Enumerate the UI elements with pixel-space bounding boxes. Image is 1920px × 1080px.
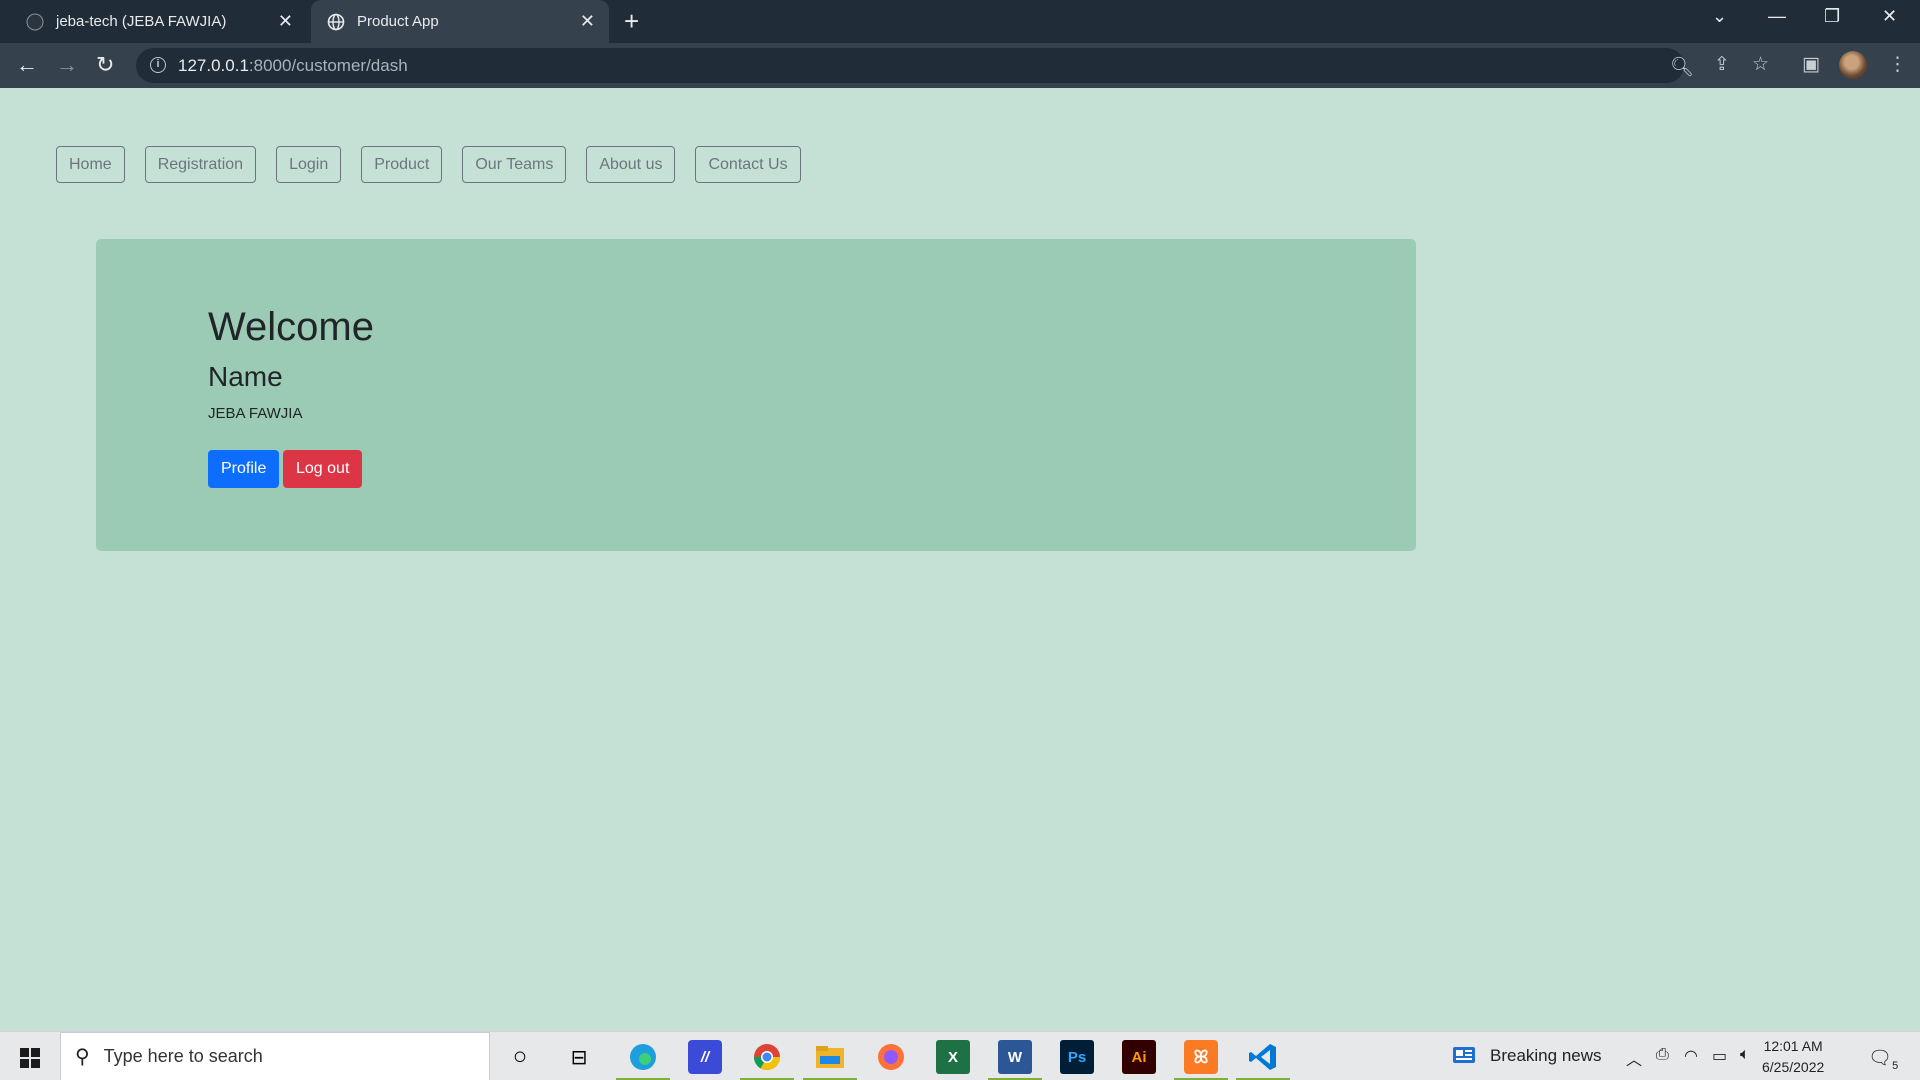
chevron-up-icon[interactable]: ︿ bbox=[1626, 1046, 1642, 1070]
news-icon[interactable] bbox=[1452, 1045, 1476, 1070]
windows-start-icon[interactable] bbox=[20, 1048, 40, 1068]
minimize-button[interactable]: — bbox=[1768, 6, 1786, 27]
nav-our-teams[interactable]: Our Teams bbox=[462, 146, 567, 183]
news-label[interactable]: Breaking news bbox=[1490, 1046, 1602, 1066]
notification-icon[interactable]: 🗨︎5 bbox=[1868, 1046, 1898, 1072]
clock[interactable]: 12:01 AM 6/25/2022 bbox=[1762, 1036, 1824, 1078]
close-icon[interactable]: ✕ bbox=[278, 11, 293, 32]
profile-button[interactable]: Profile bbox=[208, 450, 280, 488]
customer-name: JEBA FAWJIA bbox=[208, 405, 303, 422]
cortana-icon[interactable]: ○ bbox=[503, 1040, 537, 1074]
logout-button[interactable]: Log out bbox=[283, 450, 363, 488]
back-icon[interactable]: ← bbox=[16, 54, 38, 76]
illustrator-icon[interactable]: Ai bbox=[1122, 1040, 1156, 1074]
address-bar[interactable]: i 127.0.0.1:8000/customer/dash 🔍︎ bbox=[136, 48, 1694, 83]
task-view-icon[interactable]: ⊟ bbox=[562, 1040, 596, 1074]
firefox-icon[interactable] bbox=[874, 1040, 908, 1074]
globe-icon bbox=[327, 13, 345, 31]
close-icon[interactable]: ✕ bbox=[580, 11, 595, 32]
new-tab-button[interactable]: + bbox=[624, 8, 639, 34]
url-text[interactable]: 127.0.0.1:8000/customer/dash bbox=[178, 56, 408, 76]
chrome-icon[interactable] bbox=[740, 1040, 794, 1080]
github-icon bbox=[26, 13, 44, 31]
photoshop-icon[interactable]: Ps bbox=[1060, 1040, 1094, 1074]
nav-home[interactable]: Home bbox=[56, 146, 125, 183]
share-icon[interactable]: ⇪ bbox=[1714, 53, 1730, 76]
browser-toolbar: ← → ↻ i 127.0.0.1:8000/customer/dash 🔍︎ … bbox=[0, 43, 1920, 88]
nav-login[interactable]: Login bbox=[276, 146, 342, 183]
tab-product-app[interactable]: Product App ✕ bbox=[311, 0, 609, 43]
site-nav: Home Registration Login Product Our Team… bbox=[56, 146, 821, 183]
forward-icon[interactable]: → bbox=[56, 54, 78, 76]
bookmark-star-icon[interactable]: ☆ bbox=[1752, 53, 1769, 76]
vscode-icon[interactable] bbox=[1236, 1040, 1290, 1080]
excel-icon[interactable]: X bbox=[936, 1040, 970, 1074]
page-title: Welcome bbox=[208, 305, 374, 349]
restore-button[interactable]: ❐ bbox=[1824, 6, 1840, 27]
profile-avatar[interactable] bbox=[1839, 51, 1867, 79]
taskbar-search-input[interactable]: ⚲ Type here to search bbox=[60, 1032, 490, 1080]
meet-icon[interactable]: ⎙ bbox=[1656, 1046, 1669, 1064]
edge-icon[interactable] bbox=[616, 1040, 670, 1080]
nav-contact-us[interactable]: Contact Us bbox=[695, 146, 801, 183]
battery-icon[interactable]: ▭ bbox=[1712, 1046, 1727, 1066]
tab-github[interactable]: jeba-tech (JEBA FAWJIA) ✕ bbox=[0, 0, 307, 43]
volume-icon[interactable]: 🔈︎ bbox=[1740, 1046, 1750, 1064]
browser-tab-bar: jeba-tech (JEBA FAWJIA) ✕ Product App ✕ … bbox=[0, 0, 1920, 43]
tab-title: jeba-tech (JEBA FAWJIA) bbox=[56, 13, 227, 30]
nav-product[interactable]: Product bbox=[361, 146, 443, 183]
zoom-icon[interactable]: 🔍︎ bbox=[1670, 55, 1694, 79]
wifi-icon[interactable]: ◠ bbox=[1684, 1046, 1698, 1066]
taskbar: ⚲ Type here to search ○ ⊟ // X W Ps Ai ꕤ… bbox=[0, 1031, 1920, 1080]
info-icon[interactable]: i bbox=[150, 57, 166, 73]
xampp-icon[interactable]: ꕤ bbox=[1174, 1040, 1228, 1080]
nav-registration[interactable]: Registration bbox=[144, 146, 257, 183]
nav-about-us[interactable]: About us bbox=[586, 146, 676, 183]
word-icon[interactable]: W bbox=[988, 1040, 1042, 1080]
welcome-panel: Welcome Name JEBA FAWJIA Profile Log out bbox=[96, 239, 1416, 551]
reload-icon[interactable]: ↻ bbox=[96, 54, 114, 76]
search-icon: ⚲ bbox=[75, 1046, 90, 1068]
app-icon[interactable]: // bbox=[688, 1040, 722, 1074]
file-explorer-icon[interactable] bbox=[803, 1040, 857, 1080]
menu-icon[interactable]: ⋮ bbox=[1888, 53, 1907, 76]
tab-title: Product App bbox=[357, 13, 439, 30]
tab-search-icon[interactable]: ⌄ bbox=[1712, 6, 1727, 27]
side-panel-icon[interactable]: ▣ bbox=[1802, 53, 1820, 76]
window-close-button[interactable]: ✕ bbox=[1882, 6, 1897, 27]
name-heading: Name bbox=[208, 361, 283, 392]
